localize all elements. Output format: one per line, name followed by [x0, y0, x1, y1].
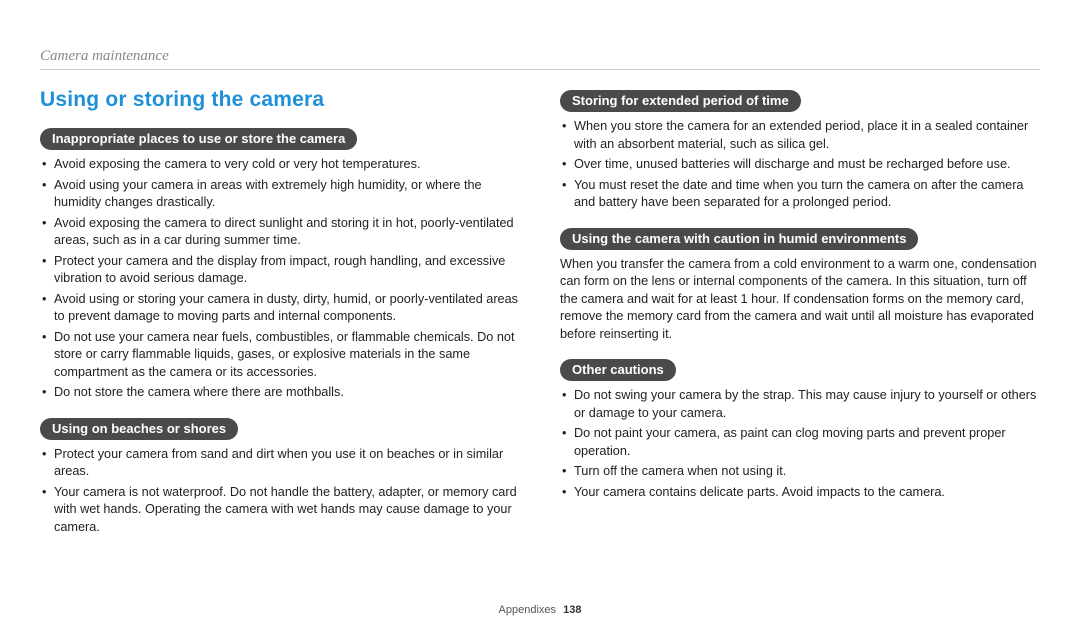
subheading-pill: Other cautions — [560, 359, 676, 381]
bullet-list: Protect your camera from sand and dirt w… — [40, 446, 520, 537]
subheading-pill: Storing for extended period of time — [560, 90, 801, 112]
footer-label: Appendixes — [499, 604, 557, 616]
list-item: Turn off the camera when not using it. — [560, 463, 1040, 481]
list-item: Do not swing your camera by the strap. T… — [560, 387, 1040, 422]
list-item: Avoid using your camera in areas with ex… — [40, 177, 520, 212]
paragraph: When you transfer the camera from a cold… — [560, 256, 1040, 344]
list-item: Do not use your camera near fuels, combu… — [40, 329, 520, 382]
list-item: Protect your camera and the display from… — [40, 253, 520, 288]
list-item: Do not paint your camera, as paint can c… — [560, 425, 1040, 460]
breadcrumb: Camera maintenance — [40, 48, 1040, 65]
list-item: When you store the camera for an extende… — [560, 118, 1040, 153]
list-item: Protect your camera from sand and dirt w… — [40, 446, 520, 481]
subheading-pill: Inappropriate places to use or store the… — [40, 128, 357, 150]
bullet-list: Avoid exposing the camera to very cold o… — [40, 156, 520, 402]
page-number: 138 — [563, 604, 581, 616]
list-item: You must reset the date and time when yo… — [560, 177, 1040, 212]
divider — [40, 69, 1040, 70]
list-item: Avoid exposing the camera to direct sunl… — [40, 215, 520, 250]
bullet-list: Do not swing your camera by the strap. T… — [560, 387, 1040, 501]
page-footer: Appendixes 138 — [0, 604, 1080, 616]
list-item: Do not store the camera where there are … — [40, 384, 520, 402]
bullet-list: When you store the camera for an extende… — [560, 118, 1040, 212]
list-item: Over time, unused batteries will dischar… — [560, 156, 1040, 174]
subheading-pill: Using on beaches or shores — [40, 418, 238, 440]
list-item: Your camera is not waterproof. Do not ha… — [40, 484, 520, 537]
manual-page: Camera maintenance Using or storing the … — [0, 0, 1080, 630]
right-column: Storing for extended period of time When… — [560, 88, 1040, 550]
section-title: Using or storing the camera — [40, 88, 520, 112]
two-column-layout: Using or storing the camera Inappropriat… — [40, 88, 1040, 550]
subheading-pill: Using the camera with caution in humid e… — [560, 228, 918, 250]
list-item: Your camera contains delicate parts. Avo… — [560, 484, 1040, 502]
list-item: Avoid exposing the camera to very cold o… — [40, 156, 520, 174]
list-item: Avoid using or storing your camera in du… — [40, 291, 520, 326]
left-column: Using or storing the camera Inappropriat… — [40, 88, 520, 550]
